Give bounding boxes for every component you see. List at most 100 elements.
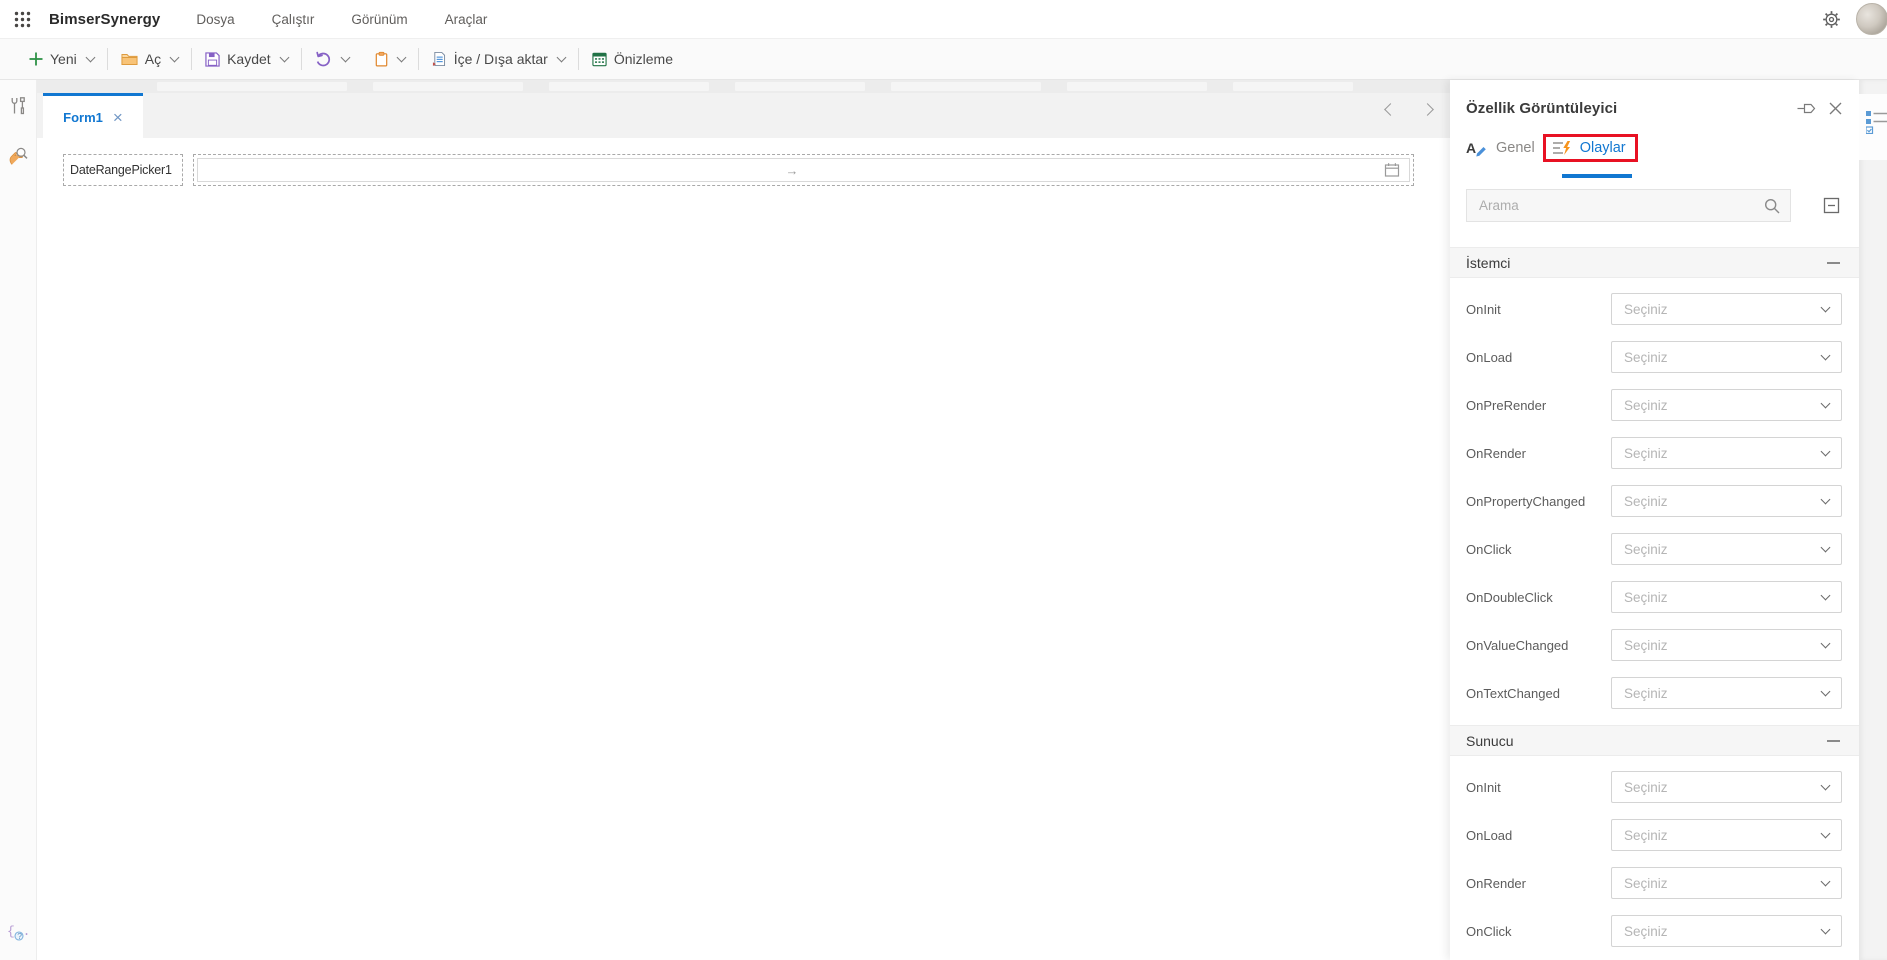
- event-select-i-stemci-ondoubleclick[interactable]: Seçiniz: [1611, 581, 1842, 613]
- event-select-i-stemci-onload[interactable]: Seçiniz: [1611, 341, 1842, 373]
- event-label: OnLoad: [1466, 349, 1513, 365]
- search-box: [1466, 189, 1791, 222]
- event-select-i-stemci-onprerender[interactable]: Seçiniz: [1611, 389, 1842, 421]
- menu-calistir[interactable]: Çalıştır: [272, 12, 315, 27]
- tab-olaylar-label: Olaylar: [1579, 140, 1626, 156]
- select-placeholder: Seçiniz: [1624, 349, 1668, 365]
- preview-button-label: Önizleme: [613, 51, 673, 67]
- daterangepicker-input[interactable]: →: [193, 154, 1414, 186]
- right-dock-strip: [1859, 80, 1887, 960]
- undo-button[interactable]: [313, 47, 351, 71]
- property-viewer-panel: Özellik Görüntüleyici A Genel Olaylar Ar…: [1450, 80, 1859, 960]
- event-label: OnRender: [1466, 875, 1526, 891]
- top-bar: BimserSynergy Dosya Çalıştır Görünüm Ara…: [0, 0, 1887, 38]
- select-placeholder: Seçiniz: [1624, 827, 1668, 843]
- event-label: OnInit: [1466, 779, 1501, 795]
- select-placeholder: Seçiniz: [1624, 589, 1668, 605]
- menu-araclar[interactable]: Araçlar: [445, 12, 488, 27]
- event-label: OnValueChanged: [1466, 637, 1569, 653]
- form-canvas[interactable]: DateRangePicker1 →: [37, 138, 1450, 960]
- chevron-down-icon: [556, 52, 567, 62]
- event-label: OnPropertyChanged: [1466, 493, 1586, 509]
- tab-genel[interactable]: A Genel: [1466, 139, 1535, 157]
- event-row-sunucu-onclick: OnClick Seçiniz: [1466, 915, 1842, 947]
- app-launcher-icon[interactable]: [9, 6, 35, 32]
- event-select-sunucu-onload[interactable]: Seçiniz: [1611, 819, 1842, 851]
- ghost-block: [735, 82, 865, 91]
- chevron-down-icon: [1820, 876, 1831, 886]
- event-select-i-stemci-onrender[interactable]: Seçiniz: [1611, 437, 1842, 469]
- event-row-i-stemci-onprerender: OnPreRender Seçiniz: [1466, 389, 1842, 421]
- import-export-button[interactable]: İçe / Dışa aktar: [430, 47, 567, 71]
- event-select-i-stemci-onvaluechanged[interactable]: Seçiniz: [1611, 629, 1842, 661]
- event-row-i-stemci-onload: OnLoad Seçiniz: [1466, 341, 1842, 373]
- select-placeholder: Seçiniz: [1624, 637, 1668, 653]
- ghost-block: [891, 82, 1041, 91]
- save-button-label: Kaydet: [227, 51, 271, 67]
- select-placeholder: Seçiniz: [1624, 397, 1668, 413]
- inspect-search-icon[interactable]: [8, 146, 28, 166]
- preview-grid-icon: [592, 52, 607, 67]
- toolbox-tools-icon[interactable]: [8, 96, 28, 116]
- chevron-down-icon: [1820, 638, 1831, 648]
- collapse-all-icon[interactable]: [1822, 196, 1842, 216]
- chevron-down-icon: [1820, 924, 1831, 934]
- collapse-section-icon[interactable]: [1827, 739, 1840, 742]
- pin-icon[interactable]: [1797, 102, 1816, 115]
- search-input[interactable]: [1479, 198, 1764, 213]
- event-select-sunucu-oninit[interactable]: Seçiniz: [1611, 771, 1842, 803]
- svg-text:A: A: [1466, 140, 1476, 156]
- event-label: OnDoubleClick: [1466, 589, 1553, 605]
- menu-gorunum[interactable]: Görünüm: [351, 12, 407, 27]
- close-icon[interactable]: [1829, 102, 1842, 115]
- user-avatar[interactable]: [1856, 3, 1887, 35]
- event-select-i-stemci-onpropertychanged[interactable]: Seçiniz: [1611, 485, 1842, 517]
- save-button[interactable]: Kaydet: [203, 47, 290, 71]
- chevron-down-icon: [1820, 446, 1831, 456]
- chevron-down-icon: [1820, 398, 1831, 408]
- calendar-icon: [1384, 162, 1400, 178]
- app-title: BimserSynergy: [49, 10, 161, 28]
- chevron-down-icon: [1820, 494, 1831, 504]
- event-label: OnClick: [1466, 541, 1512, 557]
- tab-genel-label: Genel: [1496, 140, 1535, 156]
- menu-dosya[interactable]: Dosya: [196, 12, 234, 27]
- event-select-i-stemci-oninit[interactable]: Seçiniz: [1611, 293, 1842, 325]
- event-select-sunucu-onrender[interactable]: Seçiniz: [1611, 867, 1842, 899]
- settings-gear-icon[interactable]: [1822, 10, 1841, 29]
- chevron-down-icon: [1820, 828, 1831, 838]
- tab-scroll-right-icon[interactable]: [1421, 103, 1434, 116]
- clipboard-button[interactable]: [373, 47, 407, 71]
- panel-title: Özellik Görüntüleyici: [1466, 100, 1618, 117]
- tab-form1-label: Form1: [63, 109, 103, 125]
- event-label: OnLoad: [1466, 827, 1513, 843]
- select-placeholder: Seçiniz: [1624, 779, 1668, 795]
- toolbar-separator: [417, 48, 419, 70]
- event-select-sunucu-onclick[interactable]: Seçiniz: [1611, 915, 1842, 947]
- new-button[interactable]: Yeni: [27, 47, 96, 71]
- tab-form1[interactable]: Form1 ×: [43, 93, 143, 138]
- event-select-i-stemci-onclick[interactable]: Seçiniz: [1611, 533, 1842, 565]
- select-placeholder: Seçiniz: [1624, 685, 1668, 701]
- ghost-block: [1233, 82, 1353, 91]
- section-title: İstemci: [1466, 254, 1511, 271]
- daterangepicker-label[interactable]: DateRangePicker1: [63, 154, 183, 186]
- folder-icon: [121, 52, 138, 66]
- tab-scroll-left-icon[interactable]: [1384, 103, 1397, 116]
- tab-olaylar[interactable]: Olaylar: [1552, 140, 1626, 156]
- event-select-i-stemci-ontextchanged[interactable]: Seçiniz: [1611, 677, 1842, 709]
- preview-button[interactable]: Önizleme: [590, 47, 675, 71]
- open-button[interactable]: Aç: [119, 47, 180, 71]
- svg-text:?: ?: [17, 931, 22, 941]
- plus-icon: [29, 52, 43, 66]
- collapse-section-icon[interactable]: [1827, 261, 1840, 264]
- select-placeholder: Seçiniz: [1624, 923, 1668, 939]
- toolbar-separator: [106, 48, 108, 70]
- form-structure-icon[interactable]: [1866, 110, 1887, 134]
- event-row-i-stemci-onrender: OnRender Seçiniz: [1466, 437, 1842, 469]
- code-help-icon[interactable]: {..} ?: [7, 922, 29, 942]
- event-row-sunucu-oninit: OnInit Seçiniz: [1466, 771, 1842, 803]
- tab-close-icon[interactable]: ×: [113, 109, 123, 126]
- event-row-i-stemci-onvaluechanged: OnValueChanged Seçiniz: [1466, 629, 1842, 661]
- ghost-block: [157, 82, 347, 91]
